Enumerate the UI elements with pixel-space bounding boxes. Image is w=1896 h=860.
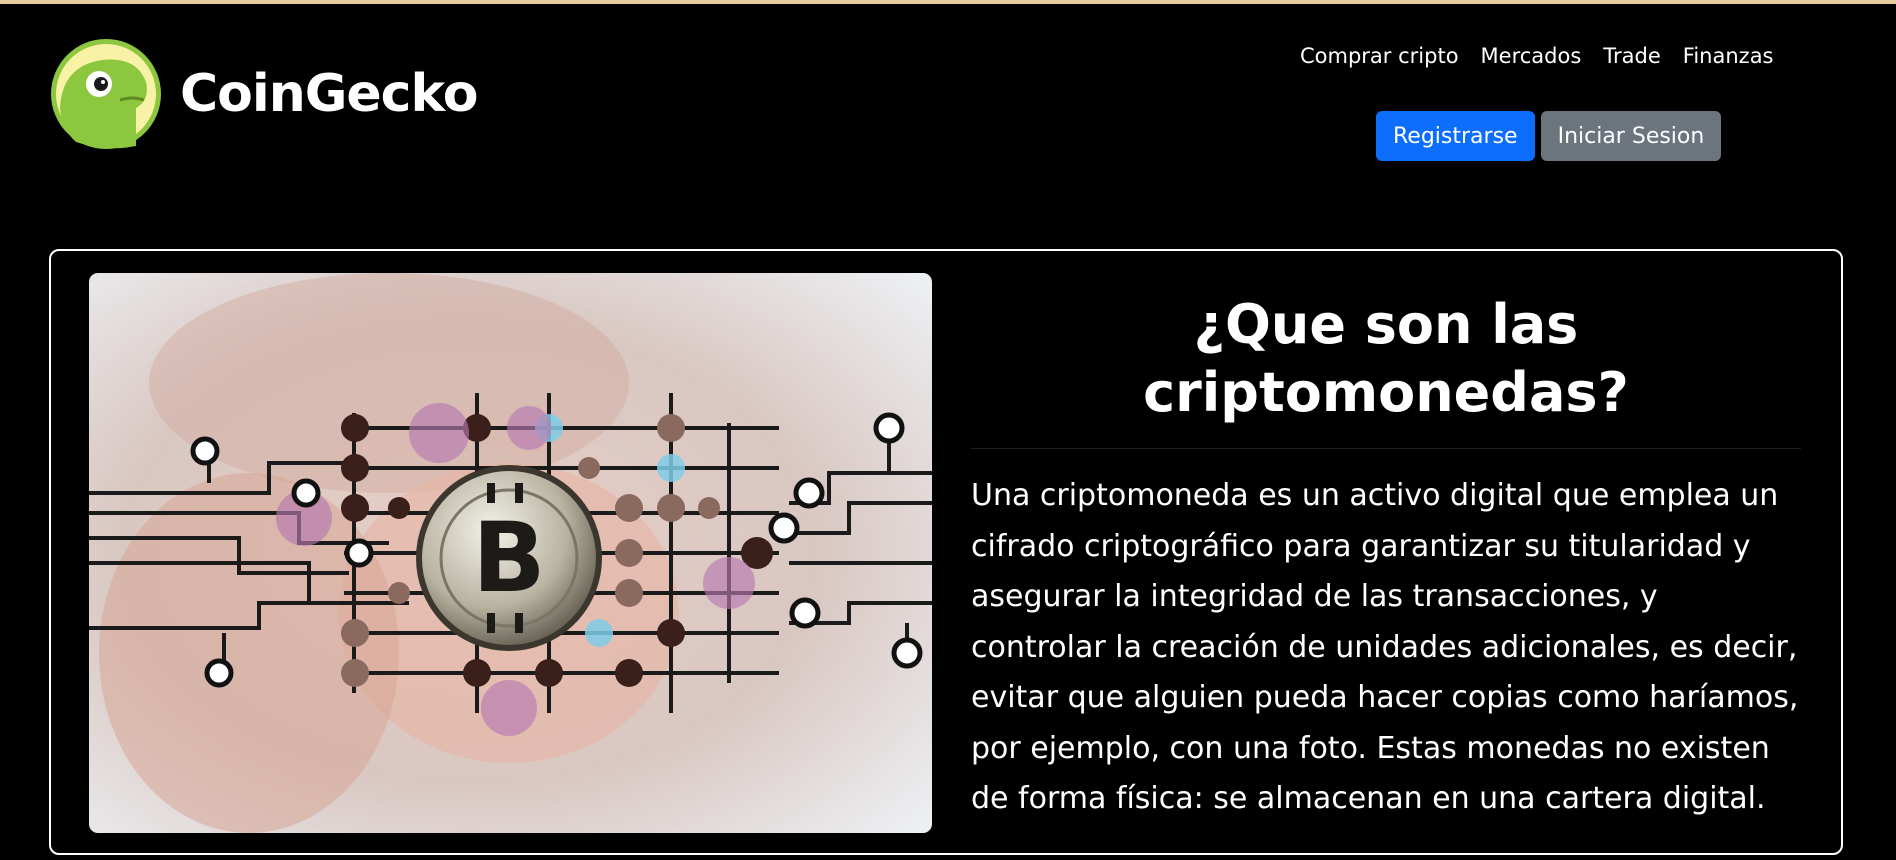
brand-logo[interactable]: CoinGecko — [50, 38, 478, 150]
gecko-icon — [51, 39, 161, 149]
article-body: Una criptomoneda es un activo digital qu… — [971, 478, 1799, 816]
title-divider — [971, 448, 1801, 449]
svg-text:B: B — [472, 502, 545, 614]
main-nav: Comprar cripto Mercados Trade Finanzas — [1300, 44, 1774, 68]
register-button[interactable]: Registrarse — [1376, 111, 1535, 161]
nav-item-trade[interactable]: Trade — [1603, 44, 1661, 68]
site-header: CoinGecko Comprar cripto Mercados Trade … — [0, 4, 1896, 234]
bitcoin-circuit-image: B — [89, 273, 932, 833]
info-card: B ¿Que son las criptomonedas? Una cripto… — [49, 249, 1843, 855]
nav-item-comprar-cripto[interactable]: Comprar cripto — [1300, 44, 1459, 68]
nav-item-mercados[interactable]: Mercados — [1481, 44, 1582, 68]
info-content: ¿Que son las criptomonedas? Una criptomo… — [971, 291, 1801, 825]
nav-item-finanzas[interactable]: Finanzas — [1683, 44, 1774, 68]
page-title: ¿Que son las criptomonedas? — [1143, 293, 1629, 424]
login-button[interactable]: Iniciar Sesion — [1540, 111, 1722, 161]
auth-buttons: Registrarse Iniciar Sesion — [1376, 111, 1722, 161]
brand-name: CoinGecko — [180, 64, 478, 124]
